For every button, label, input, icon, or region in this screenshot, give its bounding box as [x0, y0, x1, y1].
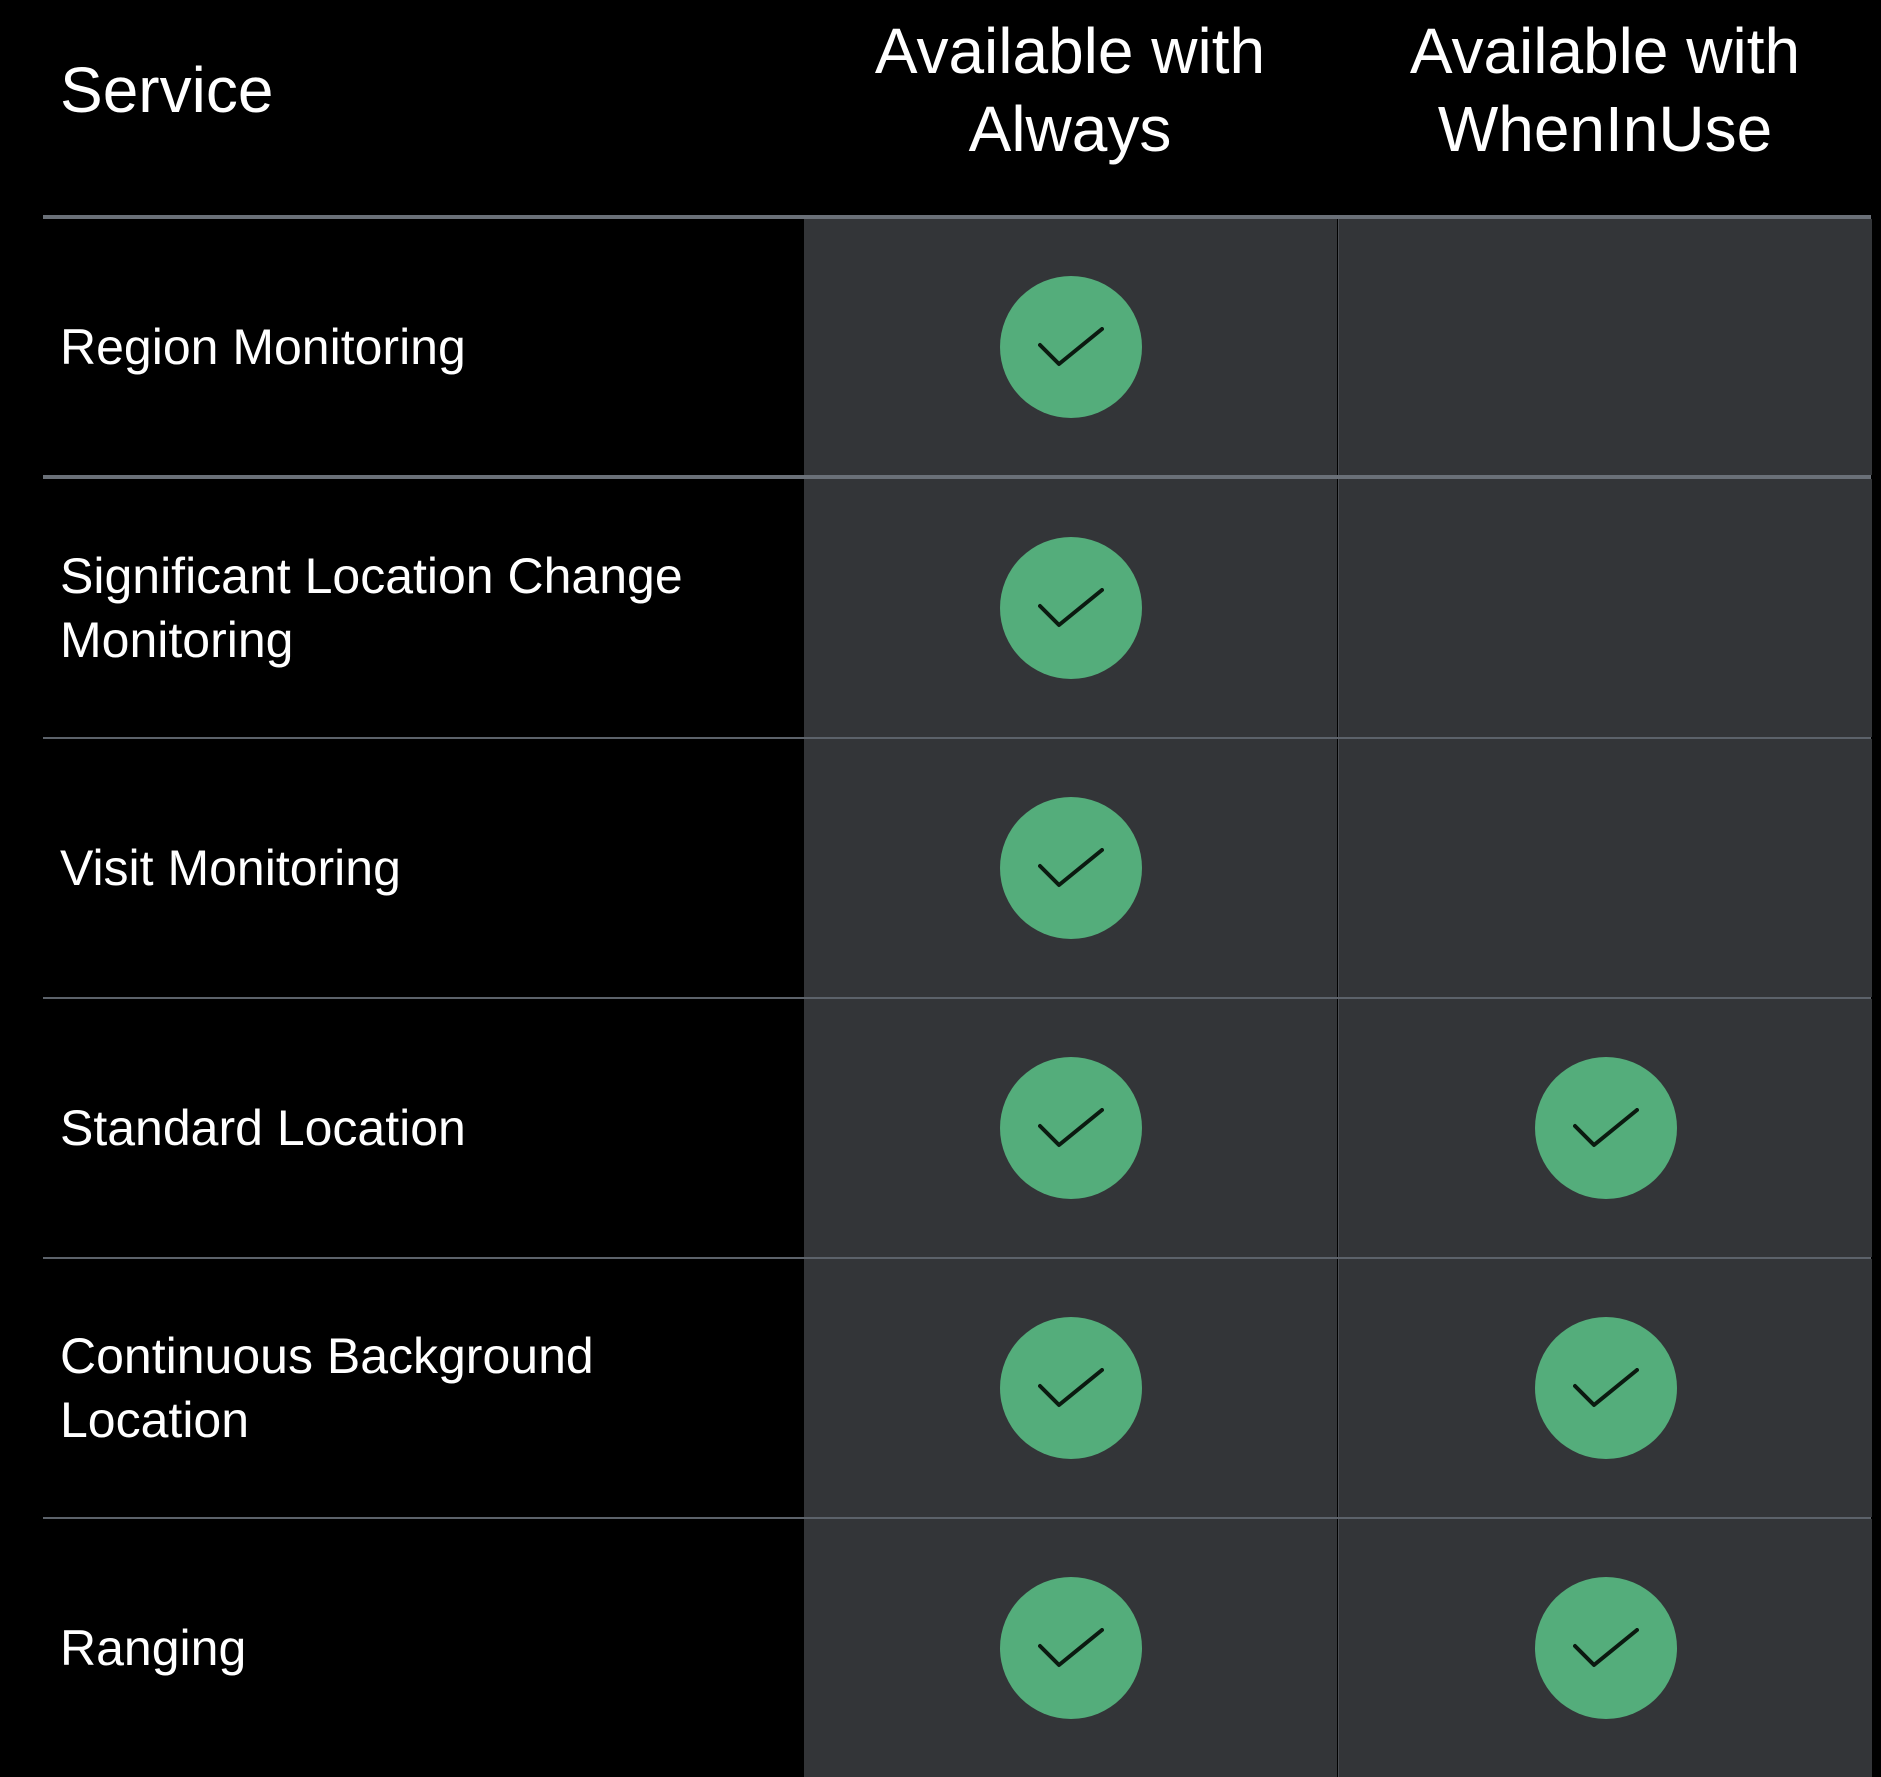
service-cell: Continuous Background Location	[43, 1259, 803, 1517]
service-cell: Region Monitoring	[43, 219, 803, 475]
table-row: Visit Monitoring	[43, 739, 1872, 999]
always-cell	[804, 479, 1337, 737]
table-row: Continuous Background Location	[43, 1259, 1872, 1519]
table-header: Service Available with Always Available …	[43, 0, 1871, 215]
wheninuse-cell	[1338, 219, 1872, 475]
checkmark-icon	[999, 797, 1142, 939]
checkmark-icon	[999, 276, 1142, 418]
always-cell	[804, 1259, 1337, 1517]
table-row: Significant Location Change Monitoring	[43, 479, 1872, 739]
wheninuse-cell	[1338, 739, 1872, 997]
checkmark-icon	[1534, 1057, 1677, 1199]
checkmark-icon	[999, 1577, 1142, 1719]
service-name: Visit Monitoring	[60, 840, 401, 896]
service-name: Ranging	[60, 1620, 247, 1676]
services-table: Service Available with Always Available …	[43, 0, 1872, 1777]
checkmark-icon	[1534, 1317, 1677, 1459]
header-available-always: Available with Always	[803, 12, 1337, 168]
wheninuse-cell	[1338, 999, 1872, 1257]
wheninuse-cell	[1338, 479, 1872, 737]
checkmark-icon	[1534, 1577, 1677, 1719]
service-name: Significant Location Change Monitoring	[60, 548, 683, 668]
always-cell	[804, 219, 1337, 475]
service-name: Region Monitoring	[60, 319, 466, 375]
service-name: Standard Location	[60, 1100, 466, 1156]
header-always-line-2: Always	[968, 93, 1172, 165]
service-name: Continuous Background Location	[60, 1328, 594, 1448]
header-service: Service	[60, 54, 274, 126]
wheninuse-cell	[1338, 1259, 1872, 1517]
checkmark-icon	[999, 1057, 1142, 1199]
always-cell	[804, 999, 1337, 1257]
always-cell	[804, 1519, 1337, 1777]
header-wheninuse-line-2: WhenInUse	[1437, 93, 1773, 165]
wheninuse-cell	[1338, 1519, 1872, 1777]
header-available-wheninuse: Available with WhenInUse	[1338, 12, 1872, 168]
service-cell: Standard Location	[43, 999, 803, 1257]
header-always-line-1: Available with	[874, 15, 1266, 87]
service-cell: Visit Monitoring	[43, 739, 803, 997]
table-row: Standard Location	[43, 999, 1872, 1259]
header-wheninuse-line-1: Available with	[1409, 15, 1801, 87]
table-body: Region Monitoring Significant Location Ch…	[43, 219, 1872, 1777]
checkmark-icon	[999, 1317, 1142, 1459]
table-row: Ranging	[43, 1519, 1872, 1777]
always-cell	[804, 739, 1337, 997]
checkmark-icon	[999, 537, 1142, 679]
service-cell: Ranging	[43, 1519, 803, 1777]
service-cell: Significant Location Change Monitoring	[43, 479, 803, 737]
table-row: Region Monitoring	[43, 219, 1872, 479]
